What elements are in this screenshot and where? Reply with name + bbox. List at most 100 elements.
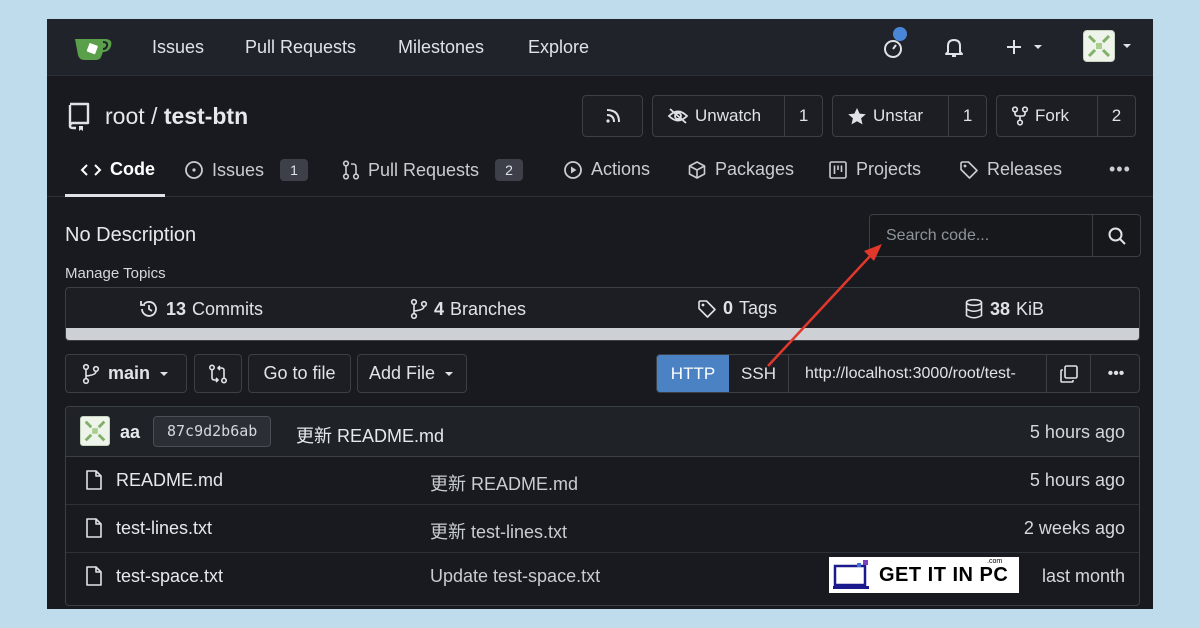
repo-owner-link[interactable]: root: [105, 103, 145, 129]
copy-icon: [1059, 364, 1078, 383]
watermark-domain: .com: [987, 558, 1003, 565]
tags-stat[interactable]: 0 Tags: [697, 298, 777, 319]
search-input[interactable]: [870, 215, 1092, 256]
nav-pull-requests[interactable]: Pull Requests: [245, 37, 356, 58]
pulls-count-badge: 2: [495, 159, 524, 181]
file-name[interactable]: test-lines.txt: [116, 518, 212, 539]
nav-issues[interactable]: Issues: [152, 37, 204, 58]
repo-tabs: Code Issues 1 Pull Requests 2 Actions Pa…: [47, 149, 1153, 197]
copy-button[interactable]: [1047, 355, 1091, 392]
file-time: 5 hours ago: [1029, 470, 1125, 490]
fork-count[interactable]: 2: [1097, 96, 1135, 136]
commit-time: 5 hours ago: [1029, 422, 1125, 442]
package-icon: [688, 160, 706, 179]
chevron-down-icon[interactable]: [1121, 41, 1133, 51]
tab-releases-label: Releases: [987, 159, 1063, 179]
pull-request-icon: [342, 160, 360, 180]
tab-actions-label: Actions: [591, 159, 651, 179]
chevron-down-icon: [445, 371, 454, 376]
compare-icon: [208, 363, 228, 384]
clone-url[interactable]: http://localhost:3000/root/test-: [789, 355, 1047, 392]
logo-icon[interactable]: [73, 33, 113, 61]
search-icon: [1108, 227, 1126, 245]
play-icon: [564, 160, 582, 179]
watch-count[interactable]: 1: [784, 96, 822, 136]
database-icon: [965, 298, 983, 319]
latest-commit-row: aa 87c9d2b6ab 更新 README.md 5 hours ago: [66, 407, 1139, 457]
nav-explore[interactable]: Explore: [528, 37, 589, 58]
add-file-button[interactable]: Add File: [357, 354, 467, 393]
watermark-text: GET IT IN PC: [879, 563, 1009, 586]
tab-issues[interactable]: Issues 1: [184, 159, 309, 181]
tab-packages[interactable]: Packages: [687, 159, 794, 180]
tag-icon: [960, 160, 978, 179]
chevron-down-icon: [160, 371, 168, 376]
fork-icon: [1011, 106, 1029, 126]
tabs-more-button[interactable]: •••: [1109, 159, 1131, 180]
go-to-file-button[interactable]: Go to file: [248, 354, 351, 393]
file-commit-message[interactable]: 更新 test-lines.txt: [430, 518, 567, 544]
avatar[interactable]: [80, 416, 110, 446]
history-icon: [140, 301, 157, 317]
manage-topics-link[interactable]: Manage Topics: [65, 265, 166, 282]
branches-count: 4: [434, 298, 445, 319]
file-name[interactable]: test-space.txt: [116, 566, 223, 587]
tags-label: Tags: [739, 298, 778, 318]
commits-stat[interactable]: 13 Commits: [138, 298, 263, 320]
app-window: Issues Pull Requests Milestones Explore: [47, 19, 1153, 609]
star-count[interactable]: 1: [948, 96, 986, 136]
commits-count: 13: [166, 298, 187, 319]
branches-label: Branches: [450, 298, 527, 319]
unstar-button[interactable]: Unstar: [833, 96, 948, 136]
tab-projects[interactable]: Projects: [828, 159, 921, 180]
rss-button[interactable]: [582, 95, 643, 137]
avatar[interactable]: [1083, 30, 1115, 62]
commit-sha[interactable]: 87c9d2b6ab: [153, 416, 272, 447]
compare-button[interactable]: [194, 354, 242, 393]
search-button[interactable]: [1092, 215, 1140, 256]
size-stat: 38 KiB: [964, 298, 1044, 320]
notification-dot: [893, 27, 907, 41]
watch-button-group: Unwatch 1: [652, 95, 823, 137]
repo-name-link[interactable]: test-btn: [164, 103, 248, 129]
rss-icon: [605, 109, 620, 123]
fork-button[interactable]: Fork: [997, 96, 1097, 136]
unstar-label: Unstar: [873, 106, 924, 125]
tags-count: 0: [723, 298, 734, 318]
branch-selector[interactable]: main: [65, 354, 187, 393]
repo-description: No Description: [65, 224, 197, 246]
branches-stat[interactable]: 4 Branches: [410, 298, 526, 320]
tab-code[interactable]: Code: [80, 159, 155, 180]
tab-pull-requests[interactable]: Pull Requests 2: [342, 159, 524, 181]
repo-separator: /: [151, 103, 158, 129]
commit-message[interactable]: 更新 README.md: [296, 422, 444, 448]
project-icon: [829, 160, 847, 179]
active-tab-indicator: [65, 194, 165, 197]
file-time: last month: [1041, 566, 1125, 586]
table-row[interactable]: README.md 更新 README.md 5 hours ago: [66, 457, 1139, 505]
clone-box: HTTP SSH http://localhost:3000/root/test…: [656, 354, 1140, 393]
http-toggle[interactable]: HTTP: [657, 355, 729, 392]
plus-icon[interactable]: [1002, 33, 1048, 61]
clone-more-button[interactable]: •••: [1091, 355, 1139, 392]
file-icon: [86, 470, 102, 490]
code-search: [869, 214, 1141, 257]
repo-icon: [68, 102, 90, 131]
file-name[interactable]: README.md: [116, 470, 223, 491]
file-commit-message[interactable]: 更新 README.md: [430, 470, 578, 496]
file-icon: [86, 566, 102, 586]
tab-code-label: Code: [110, 159, 155, 179]
file-commit-message[interactable]: Update test-space.txt: [430, 566, 600, 587]
commit-author[interactable]: aa: [120, 422, 140, 443]
tab-actions[interactable]: Actions: [563, 159, 650, 180]
ssh-toggle[interactable]: SSH: [729, 355, 789, 392]
tab-releases[interactable]: Releases: [959, 159, 1062, 180]
nav-milestones[interactable]: Milestones: [398, 37, 484, 58]
issues-count-badge: 1: [280, 159, 309, 181]
unwatch-button[interactable]: Unwatch: [653, 96, 784, 136]
add-file-label: Add File: [368, 363, 436, 383]
star-icon: [848, 107, 866, 124]
table-row[interactable]: test-lines.txt 更新 test-lines.txt 2 weeks…: [66, 505, 1139, 553]
bell-icon[interactable]: [940, 33, 968, 61]
size-value: 38: [990, 298, 1011, 319]
